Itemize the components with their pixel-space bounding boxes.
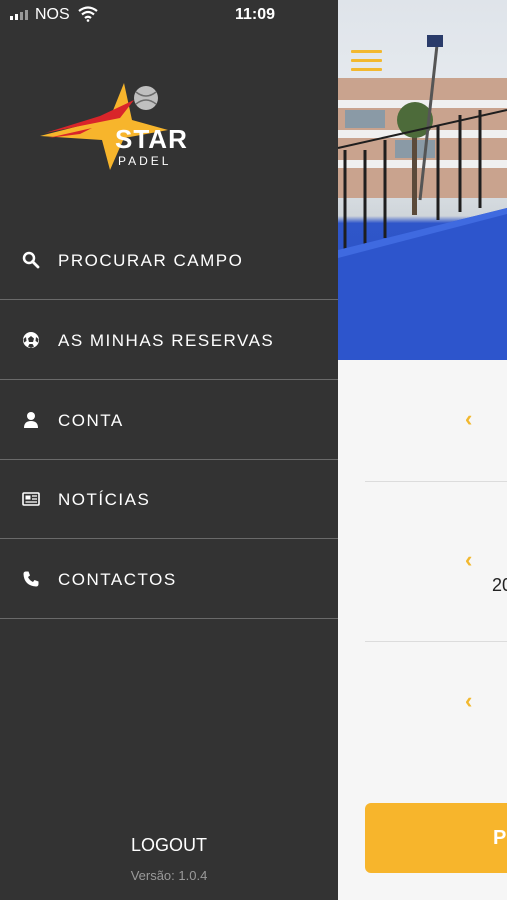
menu-item-label: NOTÍCIAS — [58, 490, 151, 509]
wifi-icon — [78, 6, 98, 22]
menu-item-label: AS MINHAS RESERVAS — [58, 331, 275, 350]
status-bar: NOS 11:09 — [0, 0, 338, 30]
navigation-drawer: NOS 11:09 STAR PADEL PROCURAR CAMPO AS M… — [0, 0, 338, 900]
logo-padel-text: PADEL — [118, 154, 172, 168]
signal-strength-icon — [10, 10, 28, 20]
menu-item-procurar-campo[interactable]: PROCURAR CAMPO — [0, 220, 338, 300]
menu-item-noticias[interactable]: NOTÍCIAS — [0, 459, 338, 539]
divider — [365, 641, 507, 642]
menu-item-contactos[interactable]: CONTACTOS — [0, 539, 338, 619]
menu-item-label: PROCURAR CAMPO — [58, 251, 244, 270]
menu-item-label: CONTA — [58, 411, 124, 430]
menu-item-label: CONTACTOS — [58, 570, 177, 589]
user-icon — [24, 412, 38, 428]
logo-star-text: STAR — [115, 124, 188, 154]
chevron-left-icon[interactable]: ‹ — [465, 406, 472, 432]
soccer-ball-icon — [23, 332, 39, 348]
chevron-left-icon[interactable]: ‹ — [465, 688, 472, 714]
primary-action-label: P — [493, 827, 507, 849]
menu-item-conta[interactable]: CONTA — [0, 380, 338, 460]
chevron-left-icon[interactable]: ‹ — [465, 547, 472, 573]
newspaper-icon — [22, 492, 40, 506]
primary-action-button[interactable]: P — [365, 803, 507, 873]
carrier-name: NOS — [35, 6, 70, 23]
logout-button[interactable]: LOGOUT — [0, 835, 338, 856]
date-partial: 20 — [492, 575, 507, 595]
search-icon — [22, 251, 40, 269]
phone-icon — [23, 571, 39, 587]
star-padel-logo: STAR PADEL — [40, 78, 205, 170]
hamburger-menu-icon[interactable] — [351, 50, 382, 72]
status-time: 11:09 — [235, 6, 276, 23]
divider — [365, 481, 507, 482]
app-version: Versão: 1.0.4 — [130, 868, 208, 883]
menu-item-minhas-reservas[interactable]: AS MINHAS RESERVAS — [0, 300, 338, 380]
